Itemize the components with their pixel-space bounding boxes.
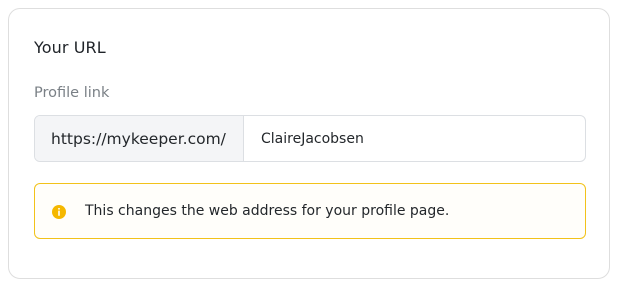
notice-text: This changes the web address for your pr…	[85, 203, 450, 219]
profile-link-input-group: https://mykeeper.com/	[34, 115, 586, 162]
url-prefix-addon: https://mykeeper.com/	[35, 116, 244, 161]
info-icon	[52, 204, 66, 219]
profile-link-label: Profile link	[34, 85, 110, 101]
info-notice: This changes the web address for your pr…	[34, 183, 586, 239]
username-input[interactable]	[244, 116, 585, 161]
url-settings-card: Your URL Profile link https://mykeeper.c…	[8, 8, 610, 279]
card-title: Your URL	[34, 38, 106, 57]
